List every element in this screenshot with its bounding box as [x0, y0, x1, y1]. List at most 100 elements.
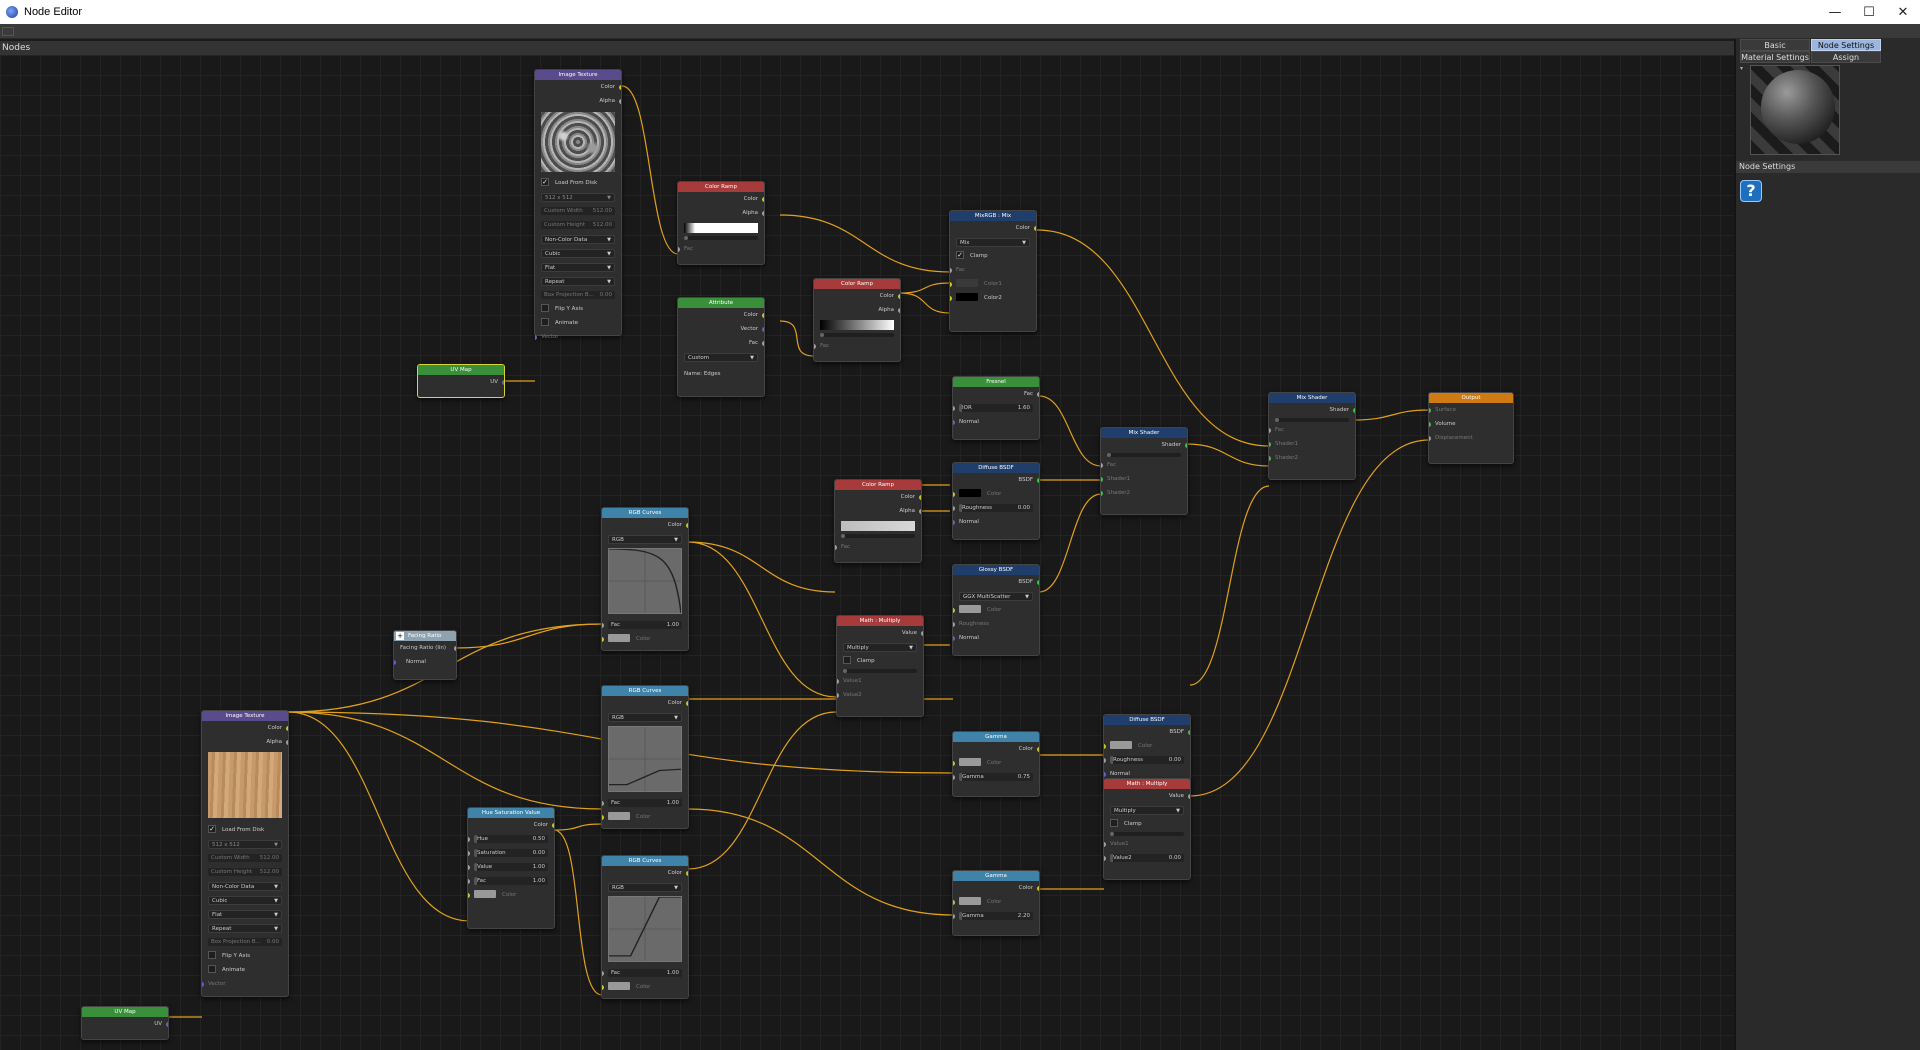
custom-height-field[interactable]: Custom Height 512.00	[541, 221, 615, 229]
socket[interactable]	[1185, 442, 1187, 448]
node-gamma-1[interactable]: Gamma Color Color Gamma 0.75	[952, 731, 1040, 797]
color-ramp-gradient[interactable]	[820, 320, 894, 330]
value-field[interactable]: Value 1.00	[474, 863, 548, 871]
node-math-multiply-1[interactable]: Math : Multiply Value Multiply ▼ Clamp Va…	[836, 615, 924, 717]
tab-material-settings[interactable]: Material Settings	[1740, 51, 1810, 63]
wire-27[interactable]	[687, 808, 954, 916]
color-swatch[interactable]	[608, 811, 630, 820]
gamma-field[interactable]: Gamma 0.75	[959, 773, 1033, 781]
animate-toggle[interactable]: Animate	[202, 963, 288, 977]
flip-y-toggle[interactable]: Flip Y Axis	[202, 949, 288, 963]
node-rgb-curves-1[interactable]: RGB Curves Color RGB ▼ Fac 1.00 Color	[601, 507, 689, 651]
node-rgb-curves-2[interactable]: RGB Curves Color RGB ▼ Fac 1.00 Color	[601, 685, 689, 829]
math-operation-dropdown[interactable]: Multiply ▼	[1110, 805, 1184, 815]
projection-dropdown[interactable]: Flat ▼	[541, 262, 615, 272]
custom-height-field[interactable]: Custom Height 512.00	[208, 868, 282, 876]
wire-20[interactable]	[287, 711, 603, 810]
wire-3[interactable]	[899, 282, 951, 294]
checkbox[interactable]	[843, 655, 851, 664]
node-mix-rgb[interactable]: MixRGB : Mix Color Mix ▼ ✓ Clamp Fac Color…	[949, 210, 1037, 332]
tab-node-settings[interactable]: Node Settings	[1811, 39, 1881, 51]
socket[interactable]	[814, 343, 816, 349]
socket[interactable]	[953, 774, 955, 780]
socket[interactable]	[468, 850, 470, 856]
wire-0[interactable]	[621, 85, 679, 255]
fac-field[interactable]: Fac 1.00	[608, 799, 682, 807]
wire-2[interactable]	[779, 320, 815, 357]
custom-width-field[interactable]: Custom Width 512.00	[208, 854, 282, 862]
node-rgb-curves-3[interactable]: RGB Curves Color RGB ▼ Fac 1.00 Color	[601, 855, 689, 999]
math-operation-dropdown[interactable]: Multiply ▼	[843, 642, 917, 652]
node-facing-ratio[interactable]: + Facing Ratio Facing Ratio (lin) Normal	[393, 630, 457, 680]
check-icon[interactable]: ✓	[541, 177, 549, 186]
node-canvas[interactable]: Image Texture Color Alpha ✓ Load From Dis…	[0, 55, 1734, 1050]
maximize-button[interactable]: ☐	[1852, 0, 1886, 24]
socket[interactable]	[837, 678, 839, 684]
socket[interactable]	[1104, 743, 1106, 749]
collapse-arrow-icon[interactable]: ▾	[1740, 65, 1743, 72]
ramp-position-slider[interactable]	[684, 236, 758, 240]
wire-22[interactable]	[287, 711, 471, 922]
socket[interactable]	[468, 892, 470, 898]
blend-mode-dropdown[interactable]: Mix ▼	[956, 237, 1030, 247]
wire-11[interactable]	[1189, 485, 1270, 686]
curve-channel-dropdown[interactable]: RGB ▼	[608, 534, 682, 544]
curve-graph[interactable]	[608, 548, 682, 614]
socket[interactable]	[602, 984, 604, 990]
color-swatch[interactable]	[608, 633, 630, 642]
socket[interactable]	[1269, 427, 1271, 433]
socket[interactable]	[1104, 757, 1106, 763]
socket[interactable]	[468, 864, 470, 870]
socket[interactable]	[1037, 885, 1039, 891]
wire-16[interactable]	[687, 541, 837, 698]
socket[interactable]	[953, 405, 955, 411]
socket[interactable]	[619, 84, 621, 90]
socket[interactable]	[953, 635, 955, 641]
socket[interactable]	[898, 307, 900, 313]
tab-assign[interactable]: Assign	[1811, 51, 1881, 63]
socket[interactable]	[502, 379, 504, 385]
hue-field[interactable]: Hue 0.50	[474, 835, 548, 843]
socket[interactable]	[953, 621, 955, 627]
socket[interactable]	[166, 1021, 168, 1027]
flip-y-toggle[interactable]: Flip Y Axis	[535, 302, 621, 316]
socket[interactable]	[468, 836, 470, 842]
socket[interactable]	[1269, 441, 1271, 447]
checkbox[interactable]	[208, 950, 216, 959]
socket[interactable]	[1101, 462, 1103, 468]
socket[interactable]	[837, 692, 839, 698]
roughness-field[interactable]: Roughness 0.00	[959, 504, 1033, 512]
socket[interactable]	[1104, 771, 1106, 777]
extension-dropdown[interactable]: Repeat ▼	[208, 923, 282, 933]
socket[interactable]	[953, 491, 955, 497]
size-dropdown[interactable]: 512 x 512 ▼	[208, 839, 282, 849]
ramp-position-slider[interactable]	[841, 534, 915, 538]
socket[interactable]	[1101, 490, 1103, 496]
wire-5[interactable]	[1036, 229, 1270, 447]
interpolation-dropdown[interactable]: Cubic ▼	[208, 895, 282, 905]
clamp-toggle[interactable]: ✓ Clamp	[950, 249, 1036, 263]
socket[interactable]	[602, 622, 604, 628]
color-swatch[interactable]	[956, 292, 978, 301]
fac-field[interactable]: Fac 1.00	[608, 969, 682, 977]
color-space-dropdown[interactable]: Non-Color Data ▼	[541, 234, 615, 244]
curve-graph[interactable]	[608, 726, 682, 792]
node-image-texture-2[interactable]: Image Texture Color Alpha ✓ Load From Dis…	[201, 710, 289, 997]
socket[interactable]	[919, 494, 921, 500]
socket[interactable]	[950, 295, 952, 301]
grip-handle-icon[interactable]	[2, 27, 14, 36]
socket[interactable]	[602, 636, 604, 642]
socket[interactable]	[535, 334, 537, 340]
node-attribute[interactable]: Attribute Color Vector Fac Custom ▼ Name:…	[677, 297, 765, 397]
saturation-field[interactable]: Saturation 0.00	[474, 849, 548, 857]
socket[interactable]	[619, 98, 621, 104]
socket[interactable]	[921, 630, 923, 636]
wire-26[interactable]	[687, 711, 837, 870]
socket[interactable]	[286, 739, 288, 745]
socket[interactable]	[950, 281, 952, 287]
close-button[interactable]: ✕	[1886, 0, 1920, 24]
socket[interactable]	[953, 913, 955, 919]
fac-slider[interactable]	[1107, 453, 1181, 457]
wire-1[interactable]	[779, 214, 951, 273]
value2-field[interactable]: Value2 0.00	[1110, 854, 1184, 862]
